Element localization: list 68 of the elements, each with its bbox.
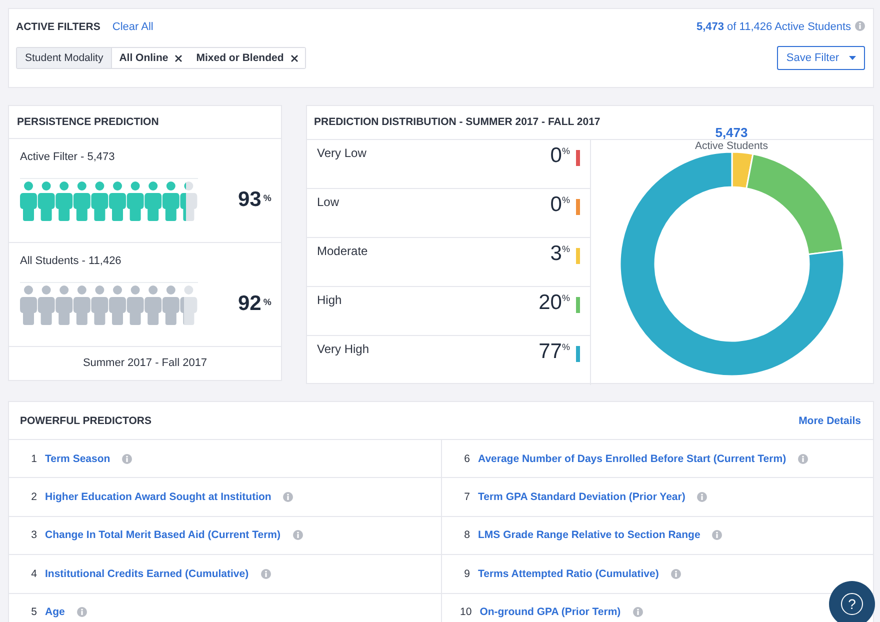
category-label: Moderate [317, 244, 369, 260]
info-icon[interactable] [260, 568, 271, 579]
section-title: ACTIVE FILTERS [16, 21, 100, 33]
close-icon[interactable] [290, 54, 298, 62]
people-meter-remainder [186, 181, 198, 221]
percent-sign: % [562, 293, 570, 305]
info-icon[interactable] [76, 607, 87, 618]
percent-sign: % [263, 192, 272, 202]
info-icon[interactable] [670, 568, 681, 579]
percent-value: 0 [550, 146, 562, 169]
info-icon[interactable] [855, 21, 865, 31]
student-count: 5,473 of 11,426 Active Students [696, 21, 851, 33]
category-label: High [317, 293, 343, 309]
category-label: Very High [317, 342, 370, 358]
predictor-link[interactable]: Institutional Credits Earned (Cumulative) [45, 568, 249, 580]
caret-icon [849, 56, 856, 60]
save-filter-button[interactable]: Save Filter [777, 46, 865, 70]
rank-number: 1 [30, 452, 37, 465]
more-details-link[interactable]: More Details [798, 414, 861, 426]
predictor-link[interactable]: Average Number of Days Enrolled Before Start (Current Term) [478, 452, 786, 465]
center-label: Active Students [695, 140, 768, 152]
info-icon[interactable] [283, 492, 294, 502]
percent-sign: % [562, 195, 570, 207]
rank-number: 2 [30, 491, 37, 504]
center-value: 5,473 [715, 125, 748, 140]
percent-value: 93 [238, 188, 262, 212]
panel-title: PERSISTENCE PREDICTION [9, 106, 281, 139]
rank-number: 10 [460, 606, 472, 618]
info-icon[interactable] [697, 492, 708, 502]
predictor-link[interactable]: Higher Education Award Sought at Institution [45, 491, 272, 504]
predictor-link[interactable]: LMS Grade Range Relative to Section Range [478, 529, 700, 542]
group-label: All Students - 11,426 [20, 255, 122, 267]
category-label: Very Low [317, 146, 368, 162]
percent-value: 77 [538, 342, 562, 365]
category-label: Low [317, 195, 340, 211]
rank-number: 8 [463, 529, 470, 542]
rank-number: 3 [30, 529, 37, 542]
info-icon[interactable] [122, 454, 132, 464]
clear-all-link[interactable]: Clear All [112, 21, 154, 33]
rank-number: 7 [463, 491, 470, 504]
rank-number: 4 [30, 568, 37, 580]
term-range: Summer 2017 - Fall 2017 [82, 356, 208, 369]
rank-number: 6 [463, 452, 470, 465]
info-icon[interactable] [712, 530, 722, 540]
predictor-link[interactable]: Terms Attempted Ratio (Cumulative) [478, 568, 659, 580]
info-icon[interactable] [632, 607, 643, 618]
predictor-link[interactable]: Change In Total Merit Based Aid (Current Term) [45, 529, 280, 542]
percent-value: 0 [550, 195, 562, 218]
percent-value: 92 [238, 292, 262, 316]
predictor-link[interactable]: On-ground GPA (Prior Term) [480, 606, 621, 618]
filter-label: Student Modality [17, 48, 112, 68]
people-meter-remainder [184, 285, 198, 325]
percent-sign: % [263, 296, 272, 306]
panel-title: POWERFUL PREDICTORS [20, 414, 152, 426]
group-label: Active Filter - 5,473 [20, 151, 116, 163]
rank-number: 9 [463, 568, 470, 580]
info-icon[interactable] [798, 454, 808, 464]
close-icon[interactable] [175, 54, 182, 62]
info-icon[interactable] [292, 530, 302, 540]
rank-number: 5 [30, 606, 37, 618]
percent-sign: % [562, 146, 570, 158]
predictor-link[interactable]: Term GPA Standard Deviation (Prior Year) [478, 491, 686, 504]
predictor-link[interactable]: Term Season [45, 452, 110, 465]
predictor-link[interactable]: Age [45, 606, 65, 618]
percent-value: 20 [538, 293, 562, 316]
percent-sign: % [562, 342, 570, 354]
percent-sign: % [562, 244, 570, 256]
percent-value: 3 [550, 244, 562, 267]
